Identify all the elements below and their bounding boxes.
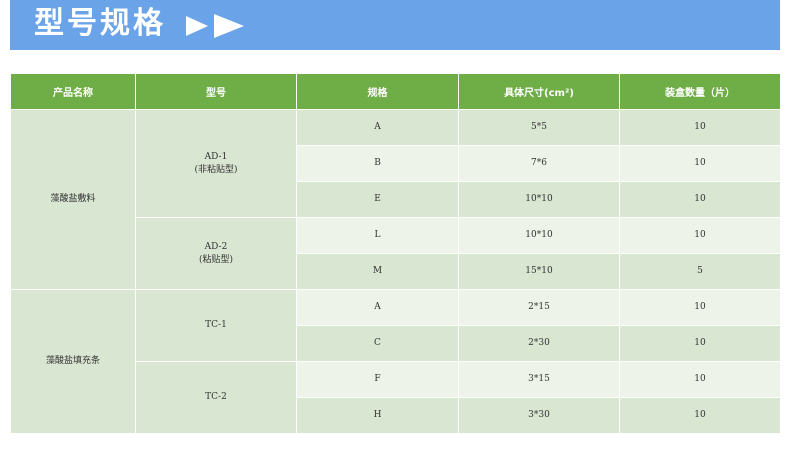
banner-title: 型号规格 bbox=[34, 6, 166, 41]
spec-cell: F bbox=[296, 361, 459, 398]
model-code: TC-2 bbox=[205, 392, 227, 402]
quantity-cell: 10 bbox=[619, 109, 781, 146]
model-cell: AD-1 (非粘贴型) bbox=[135, 109, 297, 218]
table-row: 藻酸盐敷料 AD-1 (非粘贴型) A 5*5 10 bbox=[10, 109, 781, 290]
model-code: AD-1 bbox=[204, 151, 228, 162]
model-cell: TC-1 bbox=[135, 289, 297, 362]
model-cell: TC-2 bbox=[135, 361, 297, 434]
spec-cell: B bbox=[296, 145, 459, 182]
table-row: 藻酸盐填充条 TC-1 A 2*15 10 bbox=[10, 289, 781, 434]
size-cell: 2*30 bbox=[458, 325, 620, 362]
product-name-cell: 藻酸盐敷料 bbox=[10, 109, 136, 290]
header-product-name: 产品名称 bbox=[10, 73, 136, 110]
header-model: 型号 bbox=[135, 73, 297, 110]
spec-cell: H bbox=[296, 397, 459, 434]
spec-cell: A bbox=[296, 289, 459, 326]
model-type: (粘贴型) bbox=[198, 254, 234, 265]
quantity-cell: 10 bbox=[619, 181, 781, 218]
quantity-cell: 5 bbox=[619, 253, 781, 290]
spec-cell: L bbox=[296, 217, 459, 254]
quantity-cell: 10 bbox=[619, 289, 781, 326]
quantity-cell: 10 bbox=[619, 361, 781, 398]
product-name-cell: 藻酸盐填充条 bbox=[10, 289, 136, 434]
model-code: TC-1 bbox=[205, 320, 227, 330]
size-cell: 7*6 bbox=[458, 145, 620, 182]
header-size: 具体尺寸(cm²) bbox=[458, 73, 620, 110]
size-cell: 15*10 bbox=[458, 253, 620, 290]
size-cell: 3*15 bbox=[458, 361, 620, 398]
quantity-cell: 10 bbox=[619, 217, 781, 254]
quantity-cell: 10 bbox=[619, 145, 781, 182]
double-arrow-icon bbox=[186, 14, 244, 38]
spec-table: 产品名称 型号 规格 具体尺寸(cm²) 装盒数量（片） 藻酸盐敷料 AD-1 … bbox=[10, 73, 781, 434]
spec-cell: C bbox=[296, 325, 459, 362]
quantity-cell: 10 bbox=[619, 397, 781, 434]
spec-cell: A bbox=[296, 109, 459, 146]
model-cell: AD-2 (粘贴型) bbox=[135, 217, 297, 290]
size-cell: 3*30 bbox=[458, 397, 620, 434]
model-code: AD-2 bbox=[204, 241, 228, 252]
header-quantity: 装盒数量（片） bbox=[619, 73, 781, 110]
header-spec: 规格 bbox=[296, 73, 459, 110]
table-header-row: 产品名称 型号 规格 具体尺寸(cm²) 装盒数量（片） bbox=[10, 73, 781, 110]
model-type: (非粘贴型) bbox=[194, 164, 238, 175]
quantity-cell: 10 bbox=[619, 325, 781, 362]
spec-cell: E bbox=[296, 181, 459, 218]
size-cell: 10*10 bbox=[458, 181, 620, 218]
spec-cell: M bbox=[296, 253, 459, 290]
size-cell: 5*5 bbox=[458, 109, 620, 146]
size-cell: 2*15 bbox=[458, 289, 620, 326]
size-cell: 10*10 bbox=[458, 217, 620, 254]
title-banner: 型号规格 bbox=[10, 0, 780, 50]
